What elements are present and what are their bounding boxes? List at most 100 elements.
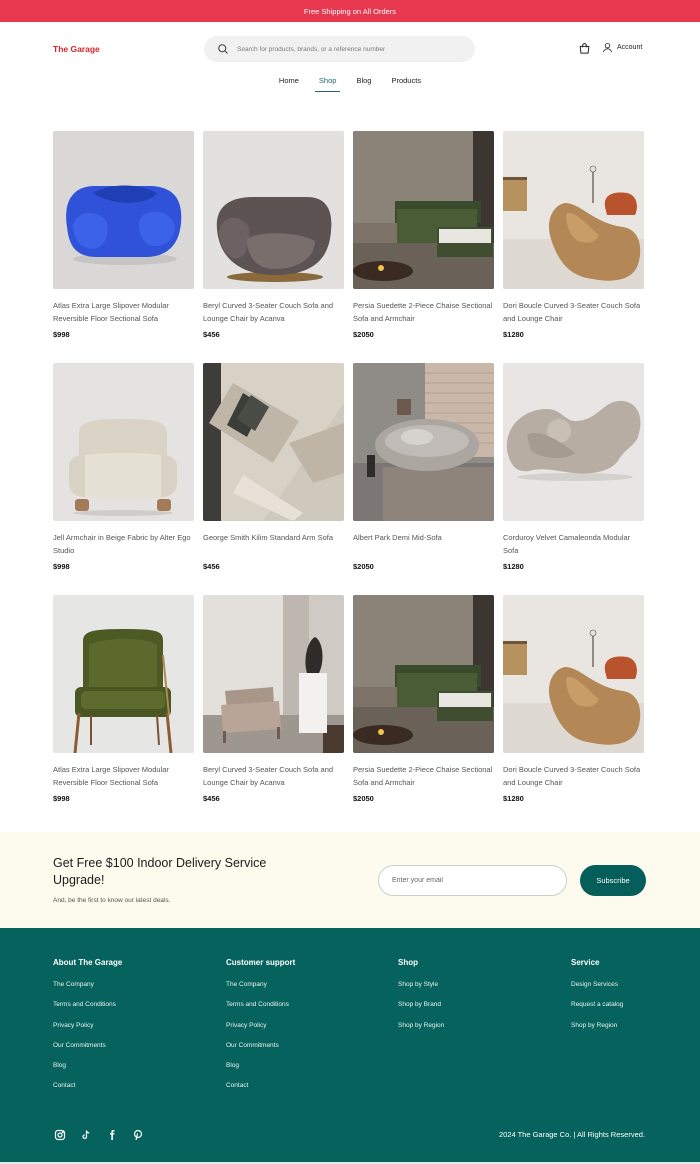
- nav-home[interactable]: Home: [279, 70, 299, 92]
- product-card[interactable]: Atlas Extra Large Slipover Modular Rever…: [53, 131, 194, 363]
- footer-link[interactable]: Design Services: [571, 981, 623, 1001]
- newsletter-subtitle: And, be the first to know our latest dea…: [53, 897, 171, 904]
- product-image[interactable]: [203, 595, 344, 753]
- social-links: [53, 1128, 157, 1142]
- product-image[interactable]: [503, 363, 644, 521]
- product-name[interactable]: Corduroy Velvet Camaleonda Modular Sofa: [503, 531, 644, 557]
- product-price: $456: [203, 562, 220, 571]
- product-image[interactable]: [503, 131, 644, 289]
- product-price: $2050: [353, 330, 374, 339]
- product-price: $998: [53, 794, 70, 803]
- product-name[interactable]: Persia Suedette 2-Piece Chaise Sectional…: [353, 763, 494, 789]
- footer-link[interactable]: Privacy Policy: [53, 1022, 122, 1042]
- footer-heading: Service: [571, 958, 600, 967]
- facebook-icon[interactable]: [105, 1128, 119, 1142]
- product-name[interactable]: Jell Armchair in Beige Fabric by Alter E…: [53, 531, 194, 557]
- footer-column-about: About The Garage The Company Terms and C…: [53, 958, 122, 1103]
- footer-heading: Customer support: [226, 958, 296, 967]
- product-card[interactable]: Persia Suedette 2-Piece Chaise Sectional…: [353, 595, 494, 827]
- footer-link[interactable]: Shop by Region: [571, 1022, 623, 1042]
- footer-link[interactable]: Our Commitments: [226, 1042, 295, 1062]
- product-image[interactable]: [353, 363, 494, 521]
- product-card[interactable]: Albert Park Demi Mid-Sofa $2050: [353, 363, 494, 595]
- email-field[interactable]: [378, 865, 567, 896]
- product-card[interactable]: Jell Armchair in Beige Fabric by Alter E…: [53, 363, 194, 595]
- footer-link[interactable]: Privacy Policy: [226, 1022, 295, 1042]
- site-footer: About The Garage The Company Terms and C…: [0, 928, 700, 1164]
- product-price: $2050: [353, 562, 374, 571]
- product-price: $998: [53, 562, 70, 571]
- product-name[interactable]: Dori Boucle Curved 3-Seater Couch Sofa a…: [503, 299, 644, 325]
- newsletter-section: Get Free $100 Indoor Delivery Service Up…: [0, 832, 700, 928]
- account-link[interactable]: Account: [602, 42, 642, 53]
- footer-heading: About The Garage: [53, 958, 123, 967]
- product-image[interactable]: [53, 363, 194, 521]
- product-price: $1280: [503, 794, 524, 803]
- main-nav: Home Shop Blog Products: [0, 70, 700, 92]
- product-price: $1280: [503, 562, 524, 571]
- footer-link[interactable]: The Company: [53, 981, 122, 1001]
- search-input[interactable]: [237, 45, 457, 53]
- footer-link[interactable]: Blog: [226, 1062, 295, 1082]
- product-price: $2050: [353, 794, 374, 803]
- user-icon: [602, 42, 613, 53]
- product-grid: Atlas Extra Large Slipover Modular Rever…: [53, 131, 645, 827]
- product-image[interactable]: [353, 595, 494, 753]
- footer-link[interactable]: Blog: [53, 1062, 122, 1082]
- instagram-icon[interactable]: [53, 1128, 67, 1142]
- newsletter-title: Get Free $100 Indoor Delivery Service Up…: [53, 856, 267, 887]
- product-price: $456: [203, 794, 220, 803]
- tiktok-icon[interactable]: [79, 1128, 93, 1142]
- product-image[interactable]: [53, 595, 194, 753]
- copyright: 2024 The Garage Co. | All Rights Reserve…: [498, 1130, 645, 1139]
- product-name[interactable]: Dori Boucle Curved 3-Seater Couch Sofa a…: [503, 763, 644, 789]
- product-card[interactable]: Atlas Extra Large Slipover Modular Rever…: [53, 595, 194, 827]
- promo-text: Free Shipping on All Orders: [303, 6, 397, 16]
- footer-column-shop: Shop Shop by Style Shop by Brand Shop by…: [398, 958, 444, 1042]
- product-card[interactable]: Beryl Curved 3-Seater Couch Sofa and Lou…: [203, 131, 344, 363]
- footer-link[interactable]: Terms and Conditions: [226, 1001, 295, 1021]
- footer-link[interactable]: Terms and Conditions: [53, 1001, 122, 1021]
- nav-blog[interactable]: Blog: [356, 70, 371, 92]
- footer-column-support: Customer support The Company Terms and C…: [226, 958, 295, 1103]
- product-name[interactable]: Atlas Extra Large Slipover Modular Rever…: [53, 763, 194, 789]
- product-image[interactable]: [53, 131, 194, 289]
- product-card[interactable]: Dori Boucle Curved 3-Seater Couch Sofa a…: [503, 131, 644, 363]
- footer-link[interactable]: Shop by Brand: [398, 1001, 444, 1021]
- product-card[interactable]: Persia Suedette 2-Piece Chaise Sectional…: [353, 131, 494, 363]
- footer-link[interactable]: Shop by Style: [398, 981, 444, 1001]
- footer-link[interactable]: Contact: [53, 1082, 122, 1102]
- search-bar[interactable]: [204, 36, 475, 62]
- nav-products[interactable]: Products: [391, 70, 421, 92]
- product-image[interactable]: [203, 131, 344, 289]
- product-card[interactable]: Beryl Curved 3-Seater Couch Sofa and Lou…: [203, 595, 344, 827]
- logo[interactable]: The Garage: [53, 44, 100, 54]
- footer-link[interactable]: The Company: [226, 981, 295, 1001]
- shopping-bag-icon[interactable]: [578, 42, 591, 55]
- product-name[interactable]: Atlas Extra Large Slipover Modular Rever…: [53, 299, 194, 325]
- product-card[interactable]: Dori Boucle Curved 3-Seater Couch Sofa a…: [503, 595, 644, 827]
- footer-link[interactable]: Contact: [226, 1082, 295, 1102]
- footer-link[interactable]: Our Commitments: [53, 1042, 122, 1062]
- product-price: $456: [203, 330, 220, 339]
- product-name[interactable]: Beryl Curved 3-Seater Couch Sofa and Lou…: [203, 299, 344, 325]
- site-header: The Garage Account Home Shop Blog Produc…: [0, 22, 700, 92]
- product-name[interactable]: Albert Park Demi Mid-Sofa: [353, 531, 494, 557]
- search-icon: [218, 44, 228, 54]
- product-image[interactable]: [353, 131, 494, 289]
- footer-column-service: Service Design Services Request a catalo…: [571, 958, 623, 1042]
- product-name[interactable]: Beryl Curved 3-Seater Couch Sofa and Lou…: [203, 763, 344, 789]
- product-card[interactable]: George Smith Kilim Standard Arm Sofa $45…: [203, 363, 344, 595]
- product-image[interactable]: [503, 595, 644, 753]
- pinterest-icon[interactable]: [131, 1128, 145, 1142]
- footer-link[interactable]: Request a catalog: [571, 1001, 623, 1021]
- product-image[interactable]: [203, 363, 344, 521]
- product-name[interactable]: Persia Suedette 2-Piece Chaise Sectional…: [353, 299, 494, 325]
- product-card[interactable]: Corduroy Velvet Camaleonda Modular Sofa …: [503, 363, 644, 595]
- subscribe-button[interactable]: Subscribe: [580, 865, 646, 896]
- nav-shop[interactable]: Shop: [315, 70, 340, 92]
- product-price: $1280: [503, 330, 524, 339]
- footer-link[interactable]: Shop by Region: [398, 1022, 444, 1042]
- product-name[interactable]: George Smith Kilim Standard Arm Sofa: [203, 531, 344, 557]
- promo-bar: Free Shipping on All Orders: [0, 0, 700, 22]
